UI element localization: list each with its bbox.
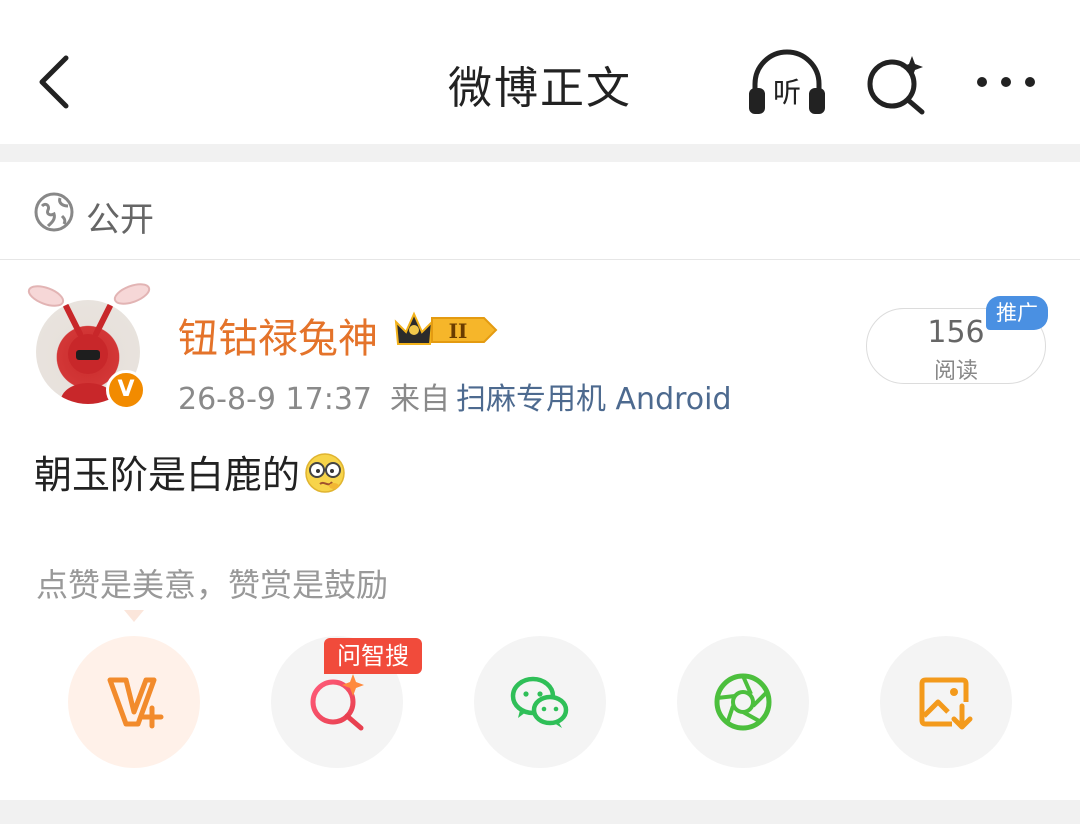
author-name[interactable]: 钮钴禄兔神	[178, 306, 378, 364]
more-options-button[interactable]	[970, 60, 1042, 104]
ai-search-button[interactable]	[862, 52, 932, 116]
save-image-icon	[919, 677, 973, 730]
tip-pointer-icon	[68, 609, 200, 622]
reward-tip: 点赞是美意，赞赏是鼓励	[36, 566, 389, 604]
glasses-face-emoji-icon	[305, 453, 345, 493]
v-plus-reward-button[interactable]	[68, 636, 200, 768]
verified-badge-icon: V	[106, 370, 146, 410]
device-link[interactable]: 扫麻专用机 Android	[456, 382, 732, 417]
moments-share-button[interactable]	[677, 636, 809, 768]
post-content-text: 朝玉阶是白鹿的	[34, 453, 301, 497]
listen-glyph: 听	[773, 76, 801, 109]
ai-search-icon	[310, 674, 364, 731]
headphones-icon: 听	[749, 49, 825, 114]
more-dots-icon	[977, 77, 1035, 87]
wechat-share-button[interactable]	[474, 636, 606, 768]
bottom-divider	[0, 800, 1080, 824]
globe-icon	[34, 192, 74, 232]
wechat-icon	[510, 676, 569, 728]
from-label: 来自	[390, 382, 450, 417]
read-label: 阅读	[933, 359, 978, 384]
crown-level-badge-icon[interactable]: II	[392, 308, 500, 352]
top-nav-bar: 微博正文 听	[0, 0, 1080, 144]
visibility-label: 公开	[86, 200, 154, 240]
visibility-row: 公开	[0, 162, 1080, 260]
post-content: 朝玉阶是白鹿的	[34, 444, 346, 499]
moments-icon	[714, 673, 772, 731]
avatar[interactable]: V	[24, 282, 164, 412]
ai-search-badge: 问智搜	[324, 638, 422, 674]
level-text: II	[449, 319, 468, 343]
listen-button[interactable]: 听	[745, 48, 829, 118]
post-timestamp: 26-8-9 17:37	[178, 382, 372, 417]
post-meta: 26-8-9 17:37 来自 扫麻专用机 Android	[178, 374, 732, 418]
save-image-share-button[interactable]	[880, 636, 1012, 768]
v-plus-icon	[107, 677, 164, 729]
section-divider	[0, 144, 1080, 162]
promote-tag[interactable]: 推广	[986, 296, 1048, 330]
search-sparkle-icon	[867, 56, 925, 115]
